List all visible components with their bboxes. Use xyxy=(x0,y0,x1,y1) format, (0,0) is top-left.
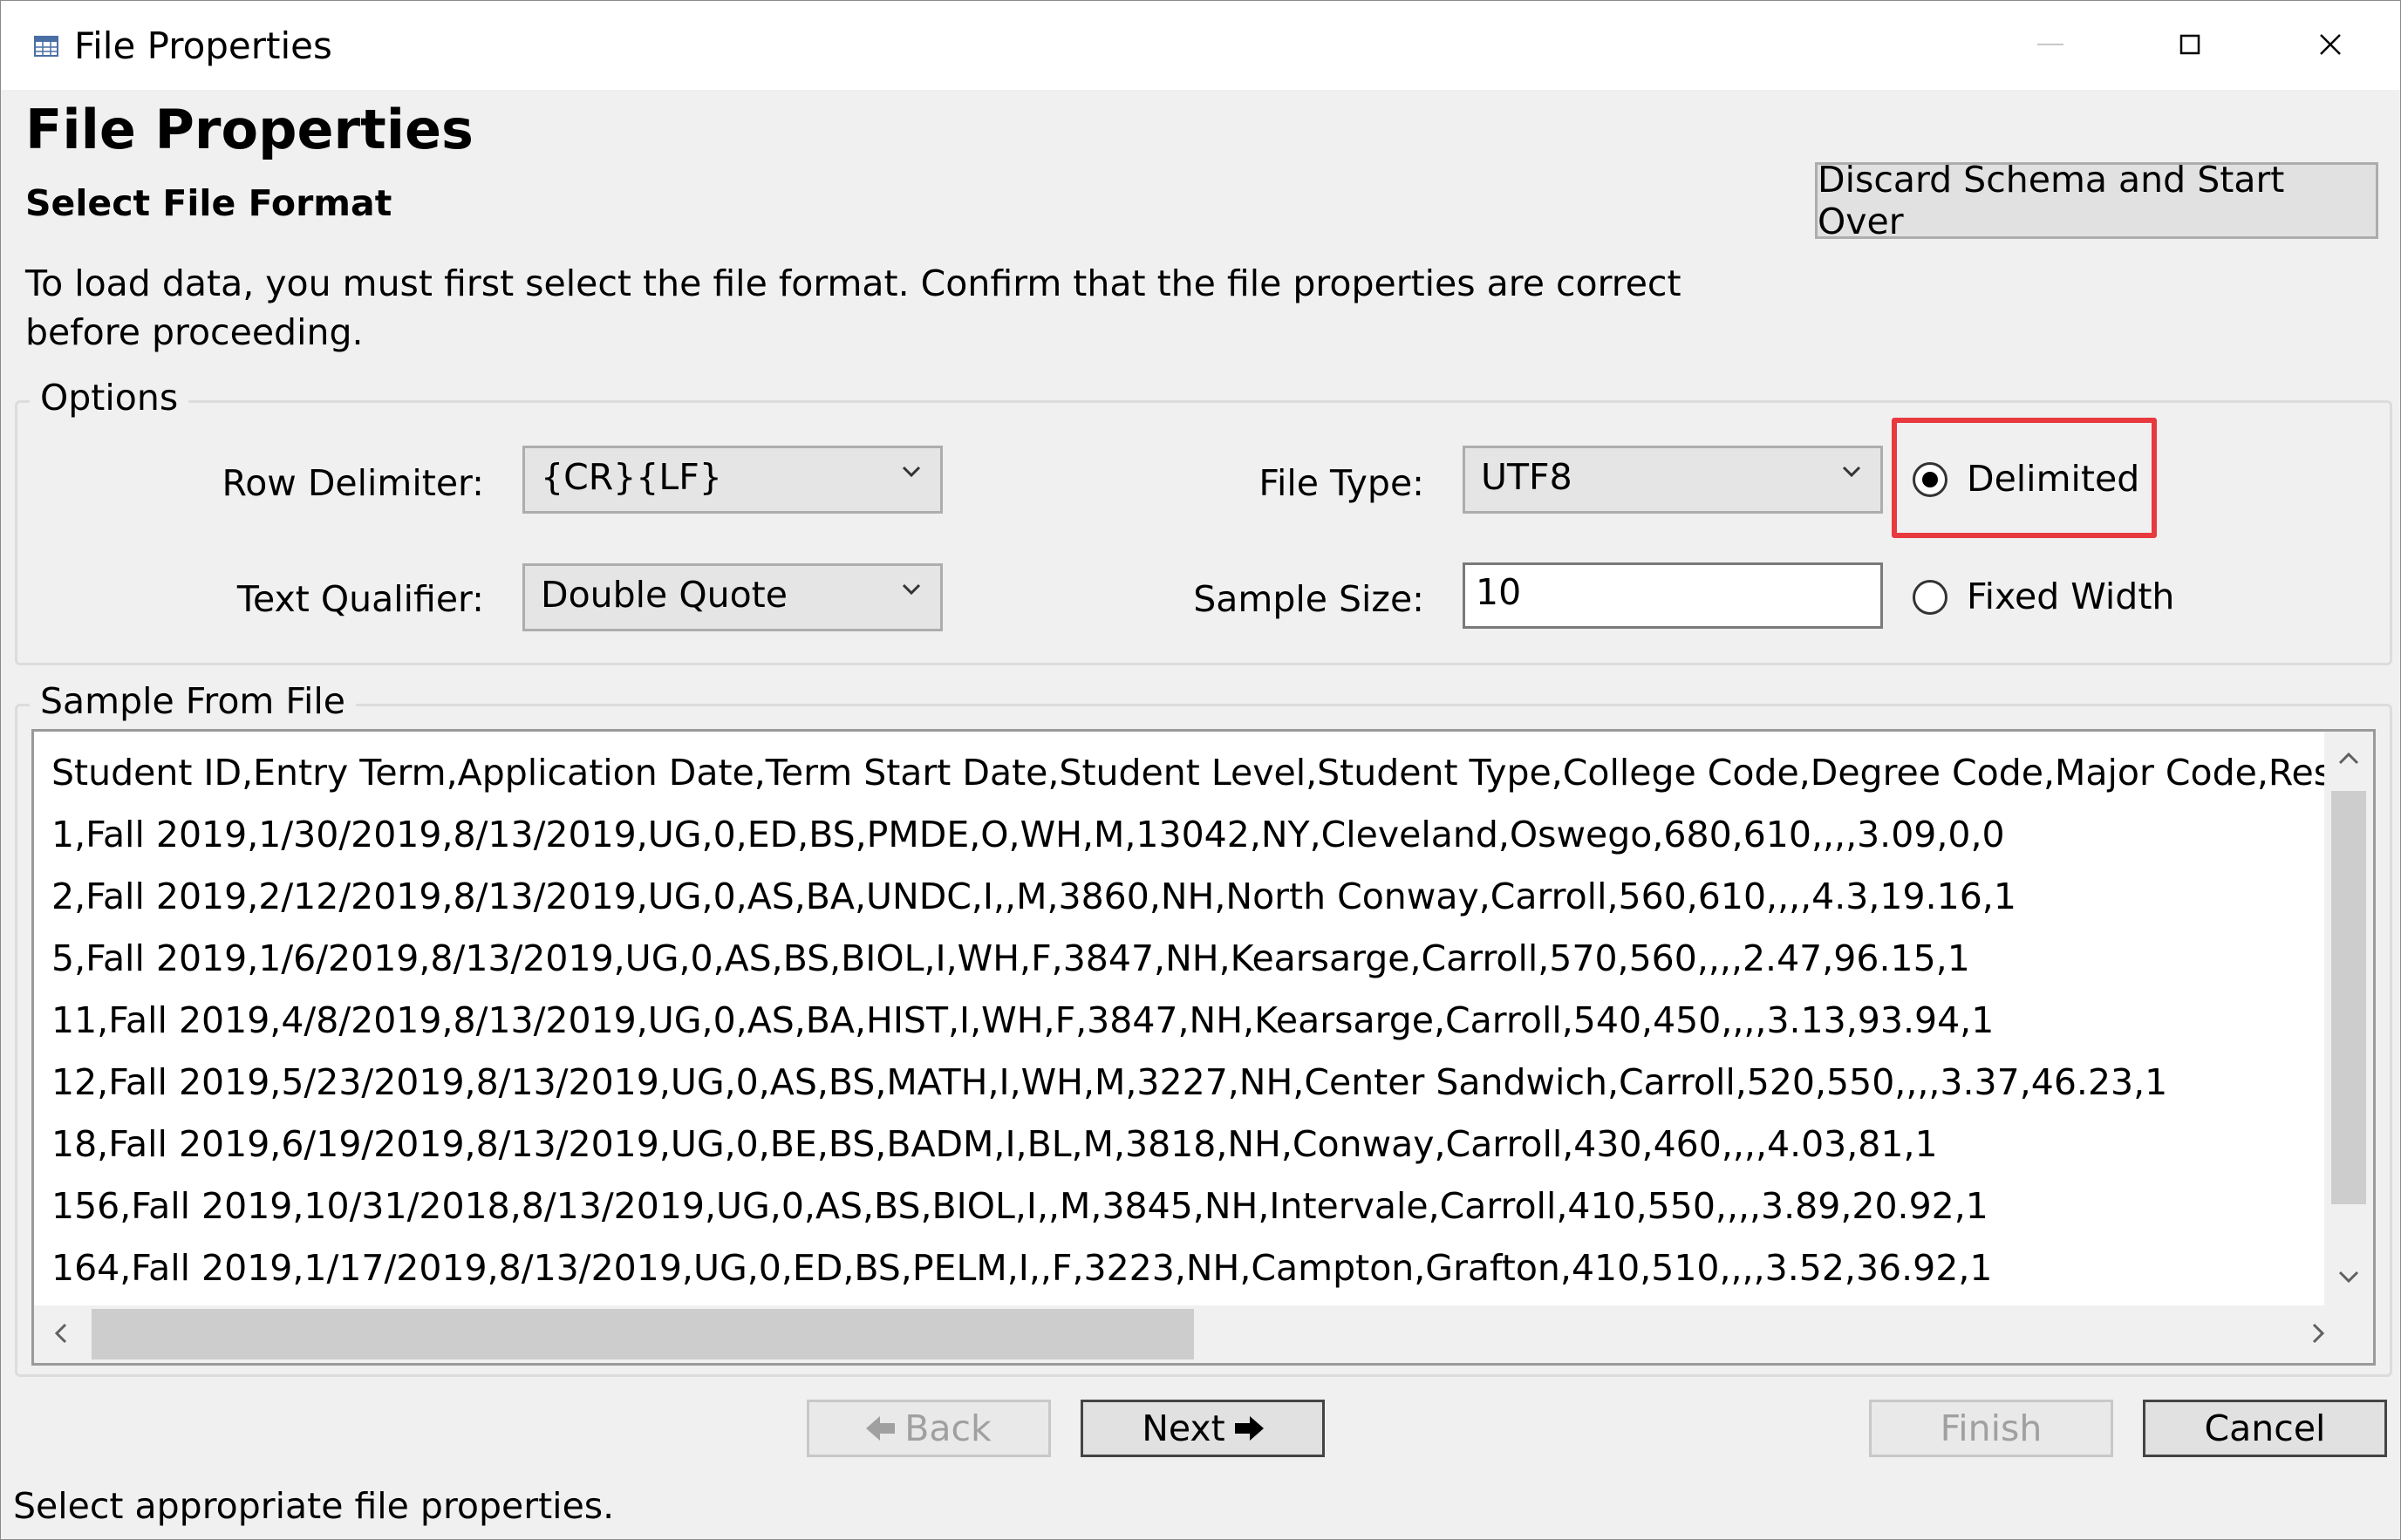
sample-row[interactable]: 164,Fall 2019,1/17/2019,8/13/2019,UG,0,E… xyxy=(51,1237,2340,1299)
close-button[interactable] xyxy=(2261,1,2400,88)
fixed-width-label[interactable]: Fixed Width xyxy=(1967,572,2174,621)
options-legend: Options xyxy=(30,373,188,422)
next-label: Next xyxy=(1142,1407,1225,1449)
instructions-text: To load data, you must first select the … xyxy=(25,259,1682,357)
sample-size-input[interactable]: 10 xyxy=(1463,562,1883,629)
horizontal-scrollbar[interactable] xyxy=(34,1305,2373,1363)
delimited-highlight xyxy=(1892,418,2157,538)
status-bar: Select appropriate file properties. xyxy=(1,1475,2400,1539)
chevron-down-icon xyxy=(902,466,921,478)
section-title: Select File Format xyxy=(25,179,392,228)
discard-schema-button[interactable]: Discard Schema and Start Over xyxy=(1815,162,2378,239)
cancel-button[interactable]: Cancel xyxy=(2143,1400,2387,1457)
text-qualifier-label: Text Qualifier: xyxy=(158,575,484,623)
close-icon xyxy=(2319,33,2342,56)
arrow-right-icon xyxy=(1234,1415,1264,1441)
status-text: Select appropriate file properties. xyxy=(13,1482,614,1530)
row-delimiter-select[interactable]: {CR}{LF} xyxy=(522,446,943,514)
file-type-label: File Type: xyxy=(1135,459,1424,508)
row-delimiter-value: {CR}{LF} xyxy=(541,456,722,498)
table-icon xyxy=(34,36,58,57)
scroll-up-icon[interactable] xyxy=(2338,751,2359,765)
back-button[interactable]: Back xyxy=(807,1400,1051,1457)
sample-legend: Sample From File xyxy=(30,677,356,726)
sample-row[interactable]: 156,Fall 2019,10/31/2018,8/13/2019,UG,0,… xyxy=(51,1175,2340,1237)
finish-button[interactable]: Finish xyxy=(1869,1400,2113,1457)
row-delimiter-label: Row Delimiter: xyxy=(158,459,484,508)
file-properties-window: File Properties File Properties Select F… xyxy=(0,0,2401,1540)
maximize-icon xyxy=(2179,34,2200,55)
title-bar[interactable]: File Properties xyxy=(1,1,2400,90)
scroll-left-icon[interactable] xyxy=(53,1323,67,1344)
arrow-left-icon xyxy=(866,1415,896,1441)
back-label: Back xyxy=(904,1407,992,1449)
sample-row[interactable]: 11,Fall 2019,4/8/2019,8/13/2019,UG,0,AS,… xyxy=(51,990,2340,1052)
chevron-down-icon xyxy=(902,583,921,596)
horizontal-scroll-thumb[interactable] xyxy=(92,1309,1194,1359)
window-title: File Properties xyxy=(74,22,332,71)
sample-row[interactable]: 18,Fall 2019,6/19/2019,8/13/2019,UG,0,BE… xyxy=(51,1114,2340,1175)
chevron-down-icon xyxy=(1842,466,1861,478)
sample-group: Sample From File Student ID,Entry Term,A… xyxy=(15,704,2392,1377)
sample-row[interactable]: 5,Fall 2019,1/6/2019,8/13/2019,UG,0,AS,B… xyxy=(51,928,2340,990)
file-type-select[interactable]: UTF8 xyxy=(1463,446,1883,514)
sample-row[interactable]: 1,Fall 2019,1/30/2019,8/13/2019,UG,0,ED,… xyxy=(51,804,2340,866)
maximize-button[interactable] xyxy=(2120,1,2260,88)
page-title: File Properties xyxy=(25,93,474,167)
scroll-right-icon[interactable] xyxy=(2312,1323,2326,1344)
sample-rows: Student ID,Entry Term,Application Date,T… xyxy=(51,742,2340,1318)
vertical-scroll-thumb[interactable] xyxy=(2331,791,2366,1204)
text-qualifier-select[interactable]: Double Quote xyxy=(522,563,943,631)
text-qualifier-value: Double Quote xyxy=(541,574,788,616)
next-button[interactable]: Next xyxy=(1081,1400,1325,1457)
sample-row[interactable]: 2,Fall 2019,2/12/2019,8/13/2019,UG,0,AS,… xyxy=(51,866,2340,928)
vertical-scrollbar[interactable] xyxy=(2324,732,2373,1305)
sample-size-label: Sample Size: xyxy=(1135,575,1424,623)
file-type-value: UTF8 xyxy=(1481,456,1572,498)
sample-row[interactable]: 12,Fall 2019,5/23/2019,8/13/2019,UG,0,AS… xyxy=(51,1052,2340,1114)
minimize-button[interactable] xyxy=(1981,1,2120,88)
sample-listbox[interactable]: Student ID,Entry Term,Application Date,T… xyxy=(31,729,2376,1366)
scroll-down-icon[interactable] xyxy=(2338,1271,2359,1284)
minimize-icon xyxy=(2037,43,2063,46)
sample-row[interactable]: Student ID,Entry Term,Application Date,T… xyxy=(51,742,2340,804)
fixed-width-radio[interactable] xyxy=(1913,580,1947,615)
